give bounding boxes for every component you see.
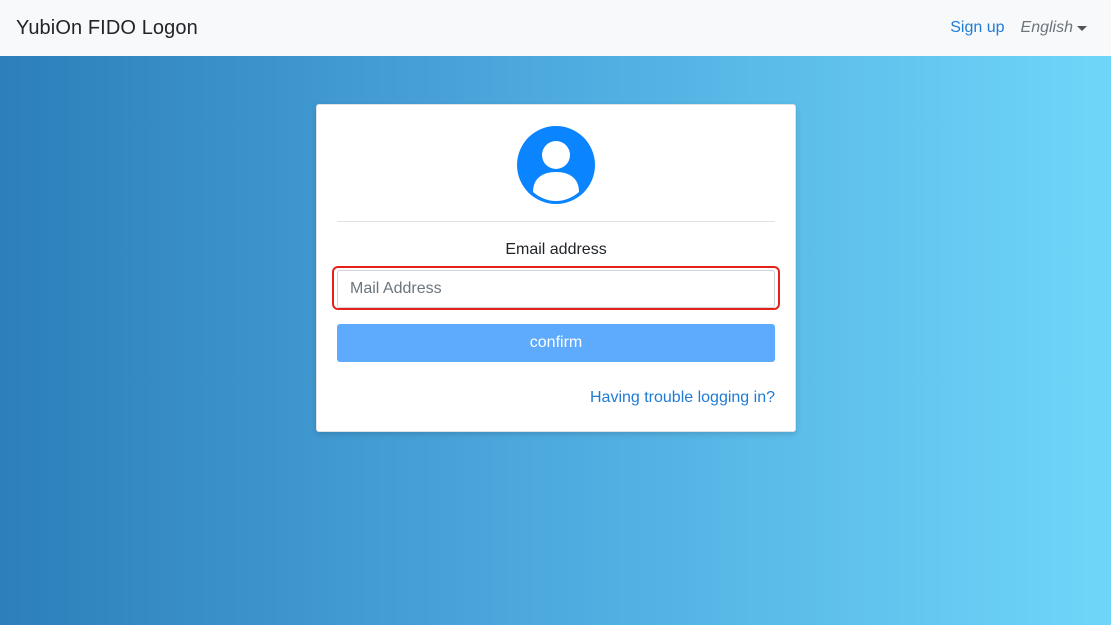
email-label: Email address	[505, 241, 607, 258]
navbar-right: Sign up English	[950, 19, 1095, 37]
email-input[interactable]	[337, 270, 775, 308]
card-divider	[337, 221, 775, 222]
trouble-logging-in-link[interactable]: Having trouble logging in?	[590, 389, 775, 407]
caret-down-icon	[1077, 26, 1087, 31]
language-label: English	[1020, 19, 1073, 36]
login-card: Email address confirm Having trouble log…	[316, 104, 796, 432]
confirm-button[interactable]: confirm	[337, 324, 775, 362]
top-navbar: YubiOn FIDO Logon Sign up English	[0, 0, 1111, 56]
sign-up-link[interactable]: Sign up	[950, 19, 1004, 37]
language-dropdown[interactable]: English	[1021, 19, 1087, 37]
user-avatar-icon	[517, 126, 595, 204]
gradient-background: Email address confirm Having trouble log…	[0, 56, 1111, 625]
brand-title[interactable]: YubiOn FIDO Logon	[16, 17, 198, 40]
